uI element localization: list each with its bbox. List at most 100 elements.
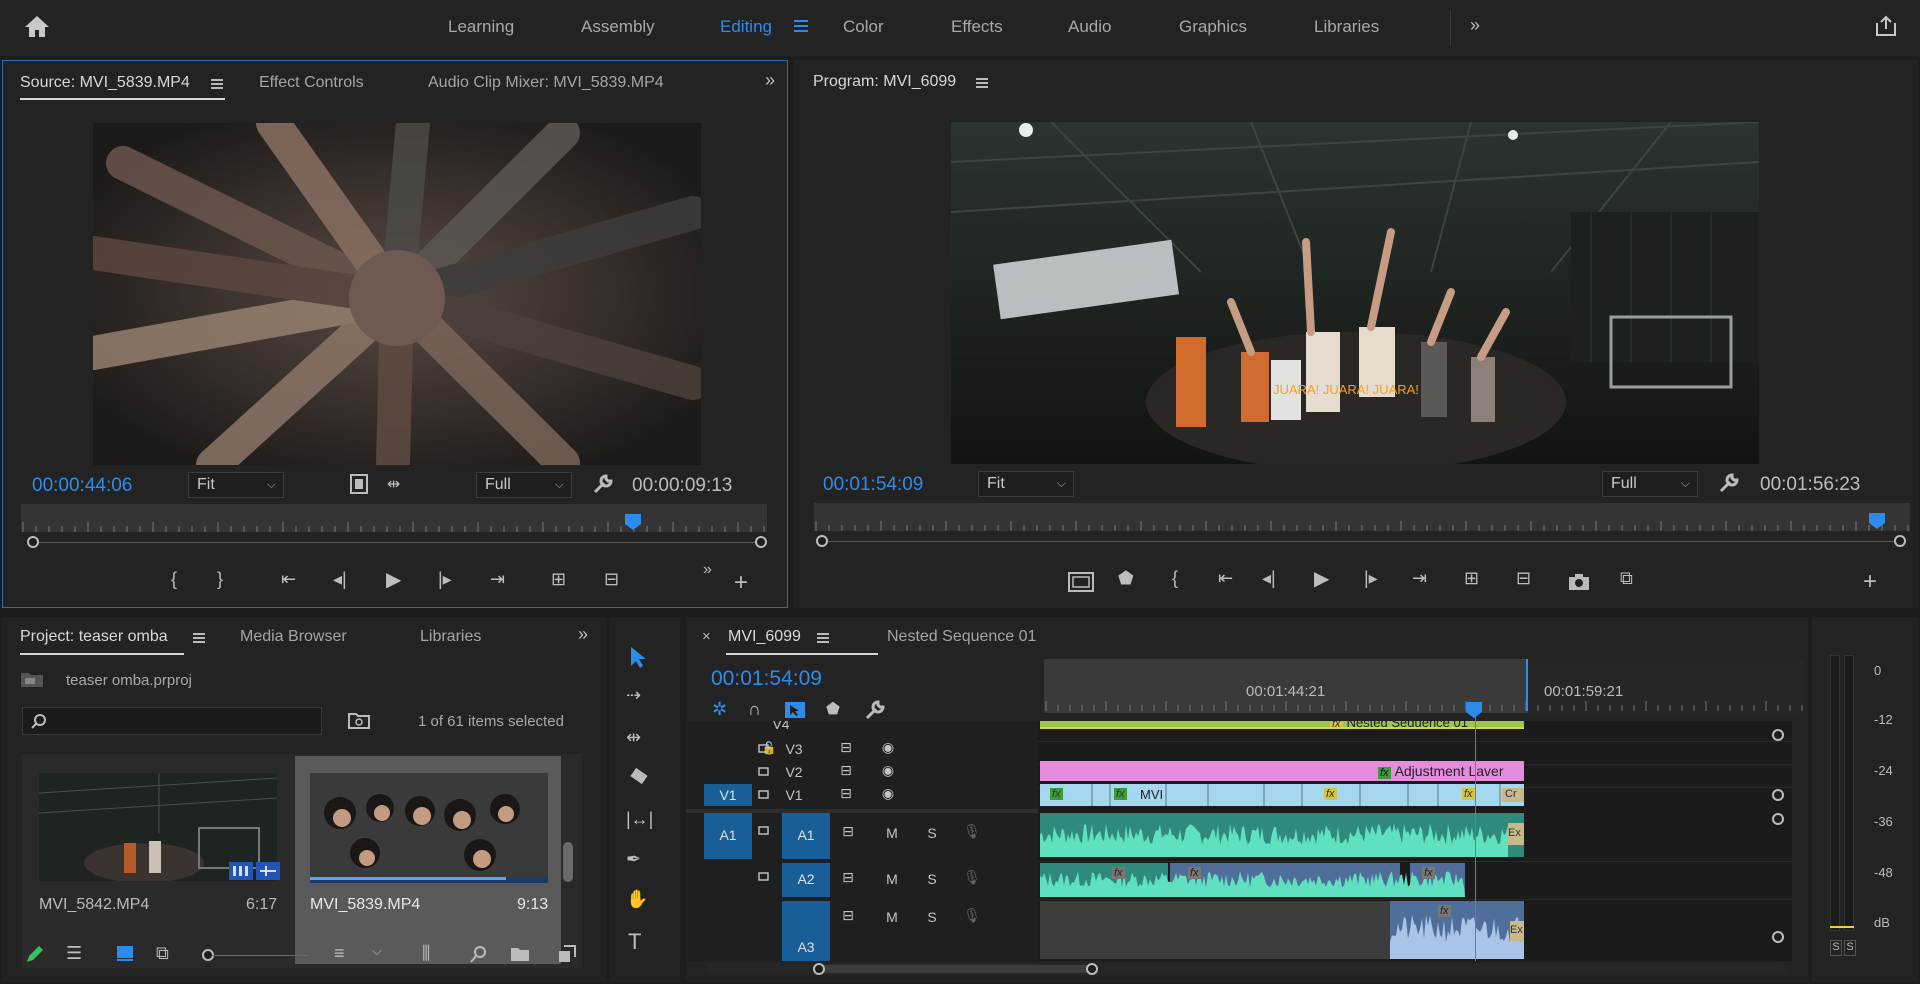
zoom-handle-left[interactable] xyxy=(27,536,39,548)
toggle-sync-icon[interactable]: ⊟ xyxy=(838,869,858,886)
lift-icon[interactable]: ⊞ xyxy=(1464,568,1479,589)
drag-video-only-icon[interactable] xyxy=(350,474,368,494)
pencil-write-icon[interactable] xyxy=(24,943,46,965)
timeline-settings-wrench-icon[interactable] xyxy=(864,699,886,721)
type-tool-icon[interactable]: T xyxy=(628,929,641,955)
tab-effect-controls[interactable]: Effect Controls xyxy=(259,74,364,92)
toggle-sync-icon[interactable]: ⊟ xyxy=(836,762,856,779)
export-frame-camera-icon[interactable] xyxy=(1568,573,1590,591)
more-panels-icon[interactable]: » xyxy=(578,624,588,645)
step-forward-icon[interactable]: |▸ xyxy=(438,569,452,590)
mark-in-icon[interactable]: { xyxy=(171,569,177,590)
workspace-tab-effects[interactable]: Effects xyxy=(951,17,1003,37)
find-icon[interactable] xyxy=(470,945,488,963)
vertical-zoom-handle[interactable] xyxy=(1772,813,1784,825)
vertical-zoom-handle[interactable] xyxy=(1772,789,1784,801)
pen-tool-icon[interactable]: ✒ xyxy=(626,849,641,870)
mute-button[interactable]: M xyxy=(882,871,902,887)
track-name-a3[interactable]: A3 xyxy=(782,901,830,961)
tab-media-browser[interactable]: Media Browser xyxy=(240,628,347,646)
track-name-v2[interactable]: V2 xyxy=(764,764,824,780)
list-view-icon[interactable]: ☰ xyxy=(66,943,82,964)
hand-tool-icon[interactable]: ✋ xyxy=(626,889,648,910)
source-playhead[interactable] xyxy=(624,514,641,530)
grid-scrollbar[interactable] xyxy=(563,842,573,882)
mute-button[interactable]: M xyxy=(882,909,902,925)
toggle-sync-icon[interactable]: ⊟ xyxy=(836,785,856,802)
slip-tool-icon[interactable]: |↔| xyxy=(626,809,653,830)
voice-over-mic-icon[interactable]: 🎙 xyxy=(962,869,982,886)
button-editor-plus-icon[interactable]: + xyxy=(734,569,748,597)
source-patch-v1[interactable]: V1 xyxy=(704,784,752,806)
panel-menu-icon[interactable] xyxy=(211,78,223,90)
new-search-bin-icon[interactable] xyxy=(348,711,370,729)
zoom-handle-right[interactable] xyxy=(755,536,767,548)
insert-icon[interactable]: ⊞ xyxy=(551,569,566,590)
workspace-tab-assembly[interactable]: Assembly xyxy=(581,17,655,37)
project-search-input[interactable] xyxy=(22,707,322,735)
tab-program[interactable]: Program: MVI_6099 xyxy=(813,73,956,91)
source-zoom-select[interactable]: Fit ⌵ xyxy=(188,472,284,498)
eye-icon[interactable]: ◉ xyxy=(876,739,900,756)
eye-icon[interactable]: ◉ xyxy=(876,762,900,779)
settings-wrench-icon[interactable] xyxy=(1718,472,1740,494)
solo-button[interactable]: S xyxy=(922,871,942,887)
timeline-scroll-thumb[interactable] xyxy=(822,965,1094,973)
linked-selection-icon[interactable] xyxy=(784,701,806,719)
zoom-handle-left[interactable] xyxy=(816,535,828,547)
ripple-edit-tool-icon[interactable]: ⇹ xyxy=(626,727,641,748)
workspace-tab-libraries[interactable]: Libraries xyxy=(1314,17,1379,37)
icon-view-icon[interactable] xyxy=(116,945,134,961)
solo-button[interactable]: S xyxy=(922,909,942,925)
comparison-view-icon[interactable]: ⧉ xyxy=(1620,568,1633,589)
new-bin-icon[interactable] xyxy=(510,946,530,962)
clip-adjustment-layer[interactable]: fx Adjustment Laver xyxy=(1040,761,1524,781)
zoom-handle-right[interactable] xyxy=(1086,963,1098,975)
tab-libraries[interactable]: Libraries xyxy=(420,628,481,646)
zoom-slider[interactable] xyxy=(212,955,308,956)
snap-magnet-icon[interactable]: ∩ xyxy=(748,699,761,720)
workspace-menu-icon[interactable] xyxy=(794,19,808,33)
list-item[interactable]: MVI_5842.MP4 6:17 xyxy=(24,756,294,964)
solo-left-button[interactable]: S xyxy=(1830,940,1842,956)
voice-over-mic-icon[interactable]: 🎙 xyxy=(962,823,982,840)
clip-audio-a3[interactable]: fx Ex xyxy=(1040,901,1524,959)
source-patch-a1[interactable]: A1 xyxy=(704,813,752,859)
tab-sequence[interactable]: MVI_6099 xyxy=(728,628,801,646)
source-resolution-select[interactable]: Full ⌵ xyxy=(476,472,572,498)
step-back-icon[interactable]: ◂| xyxy=(1262,568,1276,589)
tab-project[interactable]: Project: teaser omba xyxy=(20,628,168,646)
track-name-a2[interactable]: A2 xyxy=(782,863,830,897)
toggle-sync-icon[interactable]: ⊟ xyxy=(838,907,858,924)
workspace-tab-editing[interactable]: Editing xyxy=(720,17,772,37)
clip-audio-a2[interactable]: fx fx fx xyxy=(1040,863,1524,897)
program-resolution-select[interactable]: Full ⌵ xyxy=(1602,471,1698,497)
track-name-v3[interactable]: V3 xyxy=(764,741,824,757)
settings-wrench-icon[interactable] xyxy=(592,473,614,495)
workspace-tab-audio[interactable]: Audio xyxy=(1068,17,1111,37)
track-select-tool-icon[interactable]: ⇢ xyxy=(626,685,641,706)
mute-button[interactable]: M xyxy=(882,825,902,841)
clip-audio-a1[interactable]: Ex xyxy=(1040,813,1524,857)
vertical-zoom-handle[interactable] xyxy=(1772,931,1784,943)
overwrite-icon[interactable]: ⊟ xyxy=(604,569,619,590)
v1-clips[interactable]: fx fx MVI fx fx Cr xyxy=(1040,784,1524,806)
step-back-icon[interactable]: ◂| xyxy=(333,569,347,590)
workspace-tab-learning[interactable]: Learning xyxy=(448,17,514,37)
safe-margins-icon[interactable] xyxy=(1068,572,1094,592)
freeform-view-icon[interactable]: ⧉ xyxy=(156,943,169,964)
more-panels-icon[interactable]: » xyxy=(765,70,775,91)
list-item-selected[interactable]: MVI_5839.MP4 9:13 xyxy=(295,756,561,964)
play-icon[interactable]: ▶ xyxy=(386,567,401,592)
chevron-down-icon[interactable]: ⌵ xyxy=(372,943,382,959)
go-to-in-icon[interactable]: ⇤ xyxy=(1218,568,1233,589)
panel-menu-icon[interactable] xyxy=(976,77,988,89)
panel-menu-icon[interactable] xyxy=(193,632,205,644)
close-tab-icon[interactable]: × xyxy=(702,628,711,645)
toggle-sync-icon[interactable]: ⊟ xyxy=(836,739,856,756)
tab-source[interactable]: Source: MVI_5839.MP4 xyxy=(20,74,190,92)
mark-in-icon[interactable]: { xyxy=(1172,568,1178,589)
go-to-in-icon[interactable]: ⇤ xyxy=(281,569,296,590)
panel-menu-icon[interactable] xyxy=(817,632,829,644)
track-name-v1[interactable]: V1 xyxy=(764,787,824,803)
